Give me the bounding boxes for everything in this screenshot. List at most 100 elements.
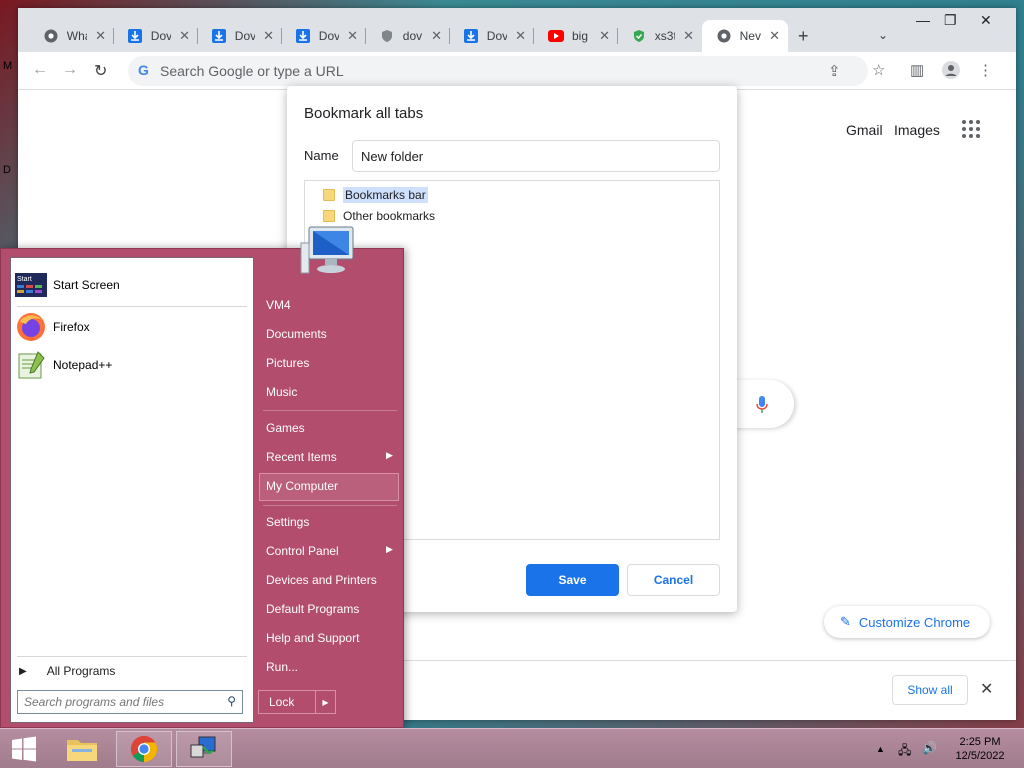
close-icon[interactable]: ✕ xyxy=(347,28,358,44)
tab-0[interactable]: Wha ✕ xyxy=(30,20,114,52)
tab-title: Dov xyxy=(486,29,508,43)
lock-button[interactable]: Lock ▶ xyxy=(258,690,336,714)
tab-6[interactable]: big ✕ xyxy=(534,20,618,52)
tab-search-icon[interactable]: ⌄ xyxy=(878,28,888,42)
folder-name-input[interactable] xyxy=(352,140,720,172)
start-screen-icon: Start xyxy=(15,269,47,301)
close-icon[interactable]: ✕ xyxy=(179,28,190,44)
back-icon[interactable]: ← xyxy=(32,61,48,79)
start-right-default-programs[interactable]: Default Programs xyxy=(266,602,359,616)
notepadpp-icon xyxy=(15,349,47,381)
cancel-button[interactable]: Cancel xyxy=(627,564,720,596)
forward-icon[interactable]: → xyxy=(62,61,78,79)
tab-1[interactable]: Dov ✕ xyxy=(114,20,198,52)
new-tab-button[interactable]: + xyxy=(798,26,809,47)
start-right-control-panel[interactable]: Control Panel ▶ xyxy=(266,544,396,558)
start-right-recent-items[interactable]: Recent Items ▶ xyxy=(266,450,396,464)
menu-kebab-icon[interactable]: ⋮ xyxy=(978,61,993,79)
start-item-start-screen[interactable]: Start Start Screen xyxy=(15,268,120,302)
all-programs-button[interactable]: ▶ All Programs xyxy=(19,664,115,678)
tab-strip: Wha ✕ Dov ✕ Dov ✕ Dov ✕ dov ✕ xyxy=(18,8,1016,52)
google-apps-icon[interactable] xyxy=(962,120,980,138)
close-icon[interactable]: ✕ xyxy=(263,28,274,44)
start-item-firefox[interactable]: Firefox xyxy=(15,310,90,344)
tab-8-active[interactable]: Nev ✕ xyxy=(702,20,788,52)
taskbar-network-app[interactable] xyxy=(176,731,232,767)
minimize-icon[interactable]: — xyxy=(916,12,930,28)
start-tile-text: Start xyxy=(17,276,32,283)
tab-2[interactable]: Dov ✕ xyxy=(198,20,282,52)
start-right-pictures[interactable]: Pictures xyxy=(266,356,309,370)
side-panel-icon[interactable]: ▥ xyxy=(910,61,924,79)
submenu-arrow-icon: ▶ xyxy=(386,450,393,460)
chrome-icon xyxy=(44,28,59,44)
search-icon[interactable]: ⚲ xyxy=(227,694,236,708)
omnibox[interactable]: G ⇪ xyxy=(128,56,868,86)
taskbar-chrome[interactable] xyxy=(116,731,172,767)
tray-expand-icon[interactable]: ▲ xyxy=(876,744,885,754)
shield-icon xyxy=(380,28,395,44)
close-icon[interactable]: ✕ xyxy=(515,28,526,44)
tab-title: xs3t xyxy=(654,29,676,43)
tab-title: Dov xyxy=(150,29,172,43)
close-icon[interactable]: ✕ xyxy=(431,28,442,44)
gmail-link[interactable]: Gmail xyxy=(846,122,883,138)
network-tray-icon[interactable]: 🖧 xyxy=(898,741,911,762)
all-programs-label: All Programs xyxy=(46,664,116,678)
start-search-box[interactable]: ⚲ xyxy=(17,690,243,714)
tab-4[interactable]: dov ✕ xyxy=(366,20,450,52)
start-item-notepadpp[interactable]: Notepad++ xyxy=(15,348,112,382)
start-right-run[interactable]: Run... xyxy=(266,660,298,674)
close-icon[interactable]: ✕ xyxy=(95,28,106,44)
lock-options-arrow-icon[interactable]: ▶ xyxy=(315,691,335,713)
tab-title: Dov xyxy=(234,29,256,43)
start-right-label: Recent Items xyxy=(266,450,337,464)
start-right-music[interactable]: Music xyxy=(266,385,297,399)
tab-5[interactable]: Dov ✕ xyxy=(450,20,534,52)
start-right-games[interactable]: Games xyxy=(266,421,305,435)
tab-7[interactable]: xs3t ✕ xyxy=(618,20,702,52)
customize-chrome-button[interactable]: ✎ Customize Chrome xyxy=(824,606,990,638)
system-clock[interactable]: 2:25 PM 12/5/2022 xyxy=(948,735,1012,763)
tab-title: Wha xyxy=(66,29,87,43)
download-icon xyxy=(296,28,311,44)
share-icon[interactable]: ⇪ xyxy=(828,62,841,80)
download-icon xyxy=(212,28,227,44)
maximize-icon[interactable]: ❐ xyxy=(944,12,957,29)
desktop-icon-label-d: D xyxy=(3,164,11,176)
window-close-icon[interactable]: ✕ xyxy=(980,12,992,29)
tab-title: Dov xyxy=(318,29,340,43)
images-link[interactable]: Images xyxy=(894,122,940,138)
pencil-icon: ✎ xyxy=(840,614,851,629)
microphone-icon[interactable] xyxy=(756,396,768,414)
start-right-help-support[interactable]: Help and Support xyxy=(266,631,359,645)
tab-3[interactable]: Dov ✕ xyxy=(282,20,366,52)
save-button[interactable]: Save xyxy=(526,564,619,596)
close-icon[interactable]: ✕ xyxy=(599,28,610,44)
clock-date: 12/5/2022 xyxy=(955,750,1005,762)
profile-avatar-icon[interactable] xyxy=(942,61,960,83)
start-search-input[interactable] xyxy=(24,694,214,710)
start-right-settings[interactable]: Settings xyxy=(266,515,309,529)
start-right-documents[interactable]: Documents xyxy=(266,327,327,341)
start-right-label: Control Panel xyxy=(266,544,339,558)
firefox-icon xyxy=(15,311,47,343)
start-right-devices-printers[interactable]: Devices and Printers xyxy=(266,573,377,587)
volume-tray-icon[interactable]: 🔊 xyxy=(922,741,937,755)
bookmark-star-icon[interactable]: ☆ xyxy=(872,61,885,79)
start-right-my-computer[interactable]: My Computer xyxy=(266,479,338,493)
close-icon[interactable]: ✕ xyxy=(683,28,694,44)
taskbar: ▲ 🖧 🔊 2:25 PM 12/5/2022 xyxy=(0,728,1024,768)
tab-title: big xyxy=(572,29,589,43)
reload-icon[interactable]: ↻ xyxy=(94,61,107,81)
folder-bookmarks-bar[interactable]: Bookmarks bar xyxy=(323,187,428,203)
omnibox-input[interactable] xyxy=(160,61,820,81)
close-icon[interactable]: ✕ xyxy=(769,28,780,44)
close-icon[interactable]: ✕ xyxy=(980,679,993,699)
submenu-arrow-icon: ▶ xyxy=(386,544,393,554)
start-button[interactable] xyxy=(0,731,48,767)
taskbar-explorer[interactable] xyxy=(54,731,110,767)
start-right-vm4[interactable]: VM4 xyxy=(266,298,291,312)
show-all-downloads-button[interactable]: Show all xyxy=(892,675,968,705)
download-icon xyxy=(464,28,479,44)
